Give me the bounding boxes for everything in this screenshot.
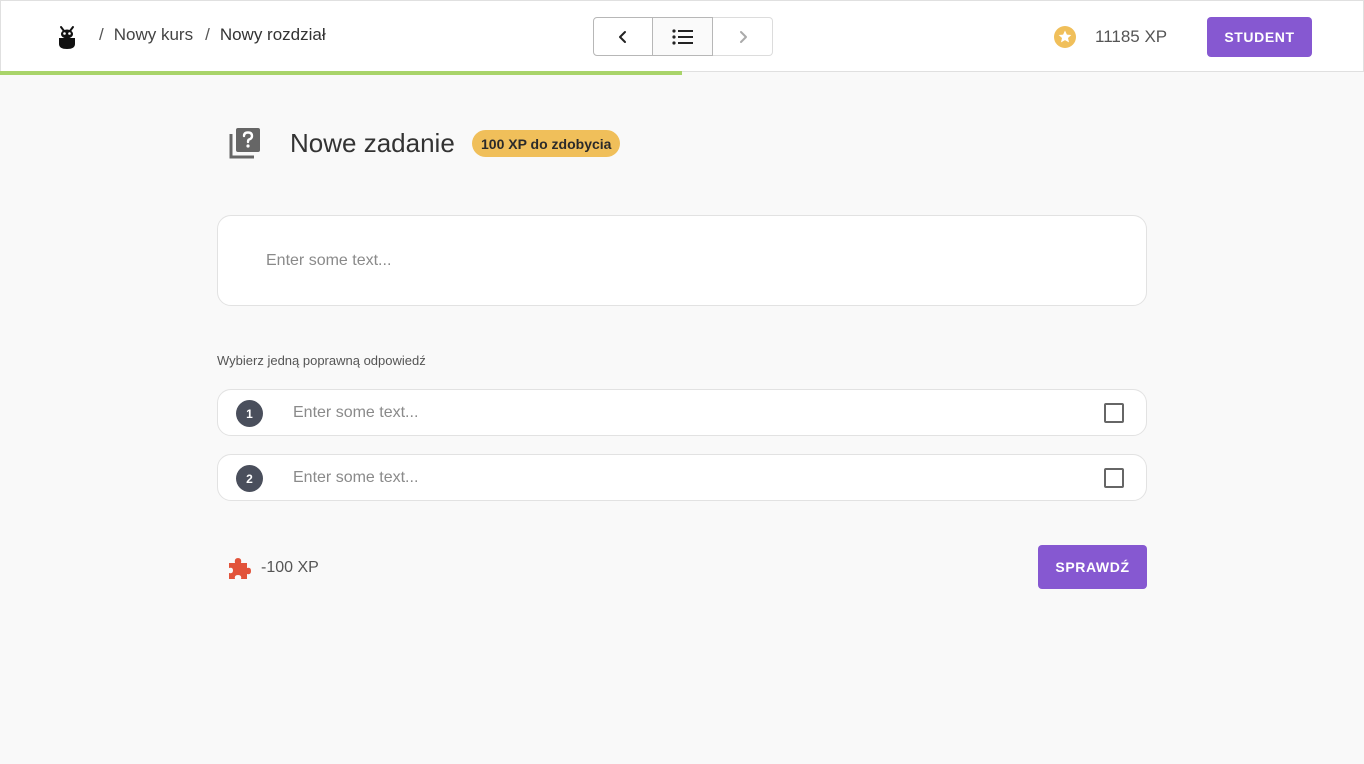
list-icon bbox=[671, 28, 693, 45]
xp-reward-badge: 100 XP do zdobycia bbox=[472, 130, 621, 157]
chevron-right-icon bbox=[739, 30, 747, 43]
answer-instruction: Wybierz jedną poprawną odpowiedź bbox=[217, 353, 426, 368]
answer-option[interactable]: 1 Enter some text... bbox=[217, 389, 1147, 436]
question-placeholder: Enter some text... bbox=[266, 252, 392, 269]
xp-total: 11185 XP bbox=[1095, 27, 1168, 46]
breadcrumb-separator: / bbox=[205, 25, 210, 44]
student-role-button[interactable]: STUDENT bbox=[1207, 17, 1312, 57]
course-progress-fill bbox=[0, 71, 682, 75]
answer-option[interactable]: 2 Enter some text... bbox=[217, 454, 1147, 501]
answer-number-badge: 1 bbox=[236, 400, 263, 427]
breadcrumb-chapter[interactable]: Nowy rozdział bbox=[220, 25, 326, 45]
breadcrumb-separator: / bbox=[99, 25, 104, 44]
answer-text-input[interactable]: Enter some text... bbox=[293, 469, 418, 487]
answer-checkbox[interactable] bbox=[1104, 403, 1124, 423]
lesson-list-button[interactable] bbox=[653, 17, 713, 56]
answer-number-badge: 2 bbox=[236, 465, 263, 492]
breadcrumb: / Nowy kurs / Nowy rozdział bbox=[97, 25, 326, 45]
hint-cost: -100 XP bbox=[261, 559, 319, 576]
course-progress-bar bbox=[0, 71, 1364, 75]
breadcrumb-course-link[interactable]: Nowy kurs bbox=[114, 25, 193, 45]
question-library-icon bbox=[228, 126, 262, 160]
chevron-left-icon bbox=[619, 30, 626, 43]
next-button[interactable] bbox=[713, 17, 773, 56]
task-title: Nowe zadanie bbox=[290, 128, 455, 158]
beetle-logo-icon[interactable] bbox=[57, 23, 77, 51]
answer-checkbox[interactable] bbox=[1104, 468, 1124, 488]
puzzle-piece-icon[interactable] bbox=[226, 555, 252, 581]
answer-text-input[interactable]: Enter some text... bbox=[293, 404, 418, 422]
lesson-navigation bbox=[593, 17, 773, 56]
top-bar: / Nowy kurs / Nowy rozdział 11185 XP STU… bbox=[0, 0, 1364, 72]
question-text-editor[interactable]: Enter some text... bbox=[217, 215, 1147, 306]
previous-button[interactable] bbox=[593, 17, 653, 56]
check-answer-button[interactable]: SPRAWDŹ bbox=[1038, 545, 1147, 589]
star-coin-icon bbox=[1053, 25, 1077, 49]
